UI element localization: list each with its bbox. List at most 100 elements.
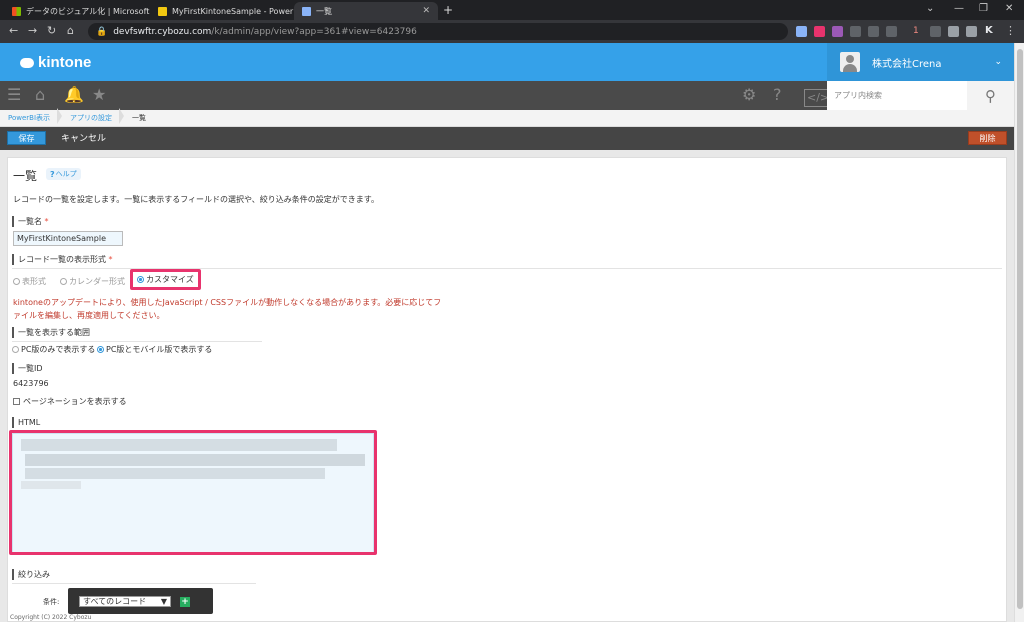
user-icon (840, 52, 860, 72)
breadcrumb-current: 一覧 (132, 114, 147, 122)
radio-selected-icon (97, 346, 104, 353)
star-icon[interactable]: ★ (92, 87, 106, 103)
required-mark: * (108, 255, 113, 264)
browser-tab[interactable]: データのビジュアル化 | Microsoft Po ✕ (4, 2, 150, 20)
action-bar: 保存 キャンセル 削除 (0, 127, 1014, 150)
chevron-down-icon[interactable]: ⌄ (926, 3, 934, 14)
kintone-toolbar: ☰ ⌂ 🔔 ★ ⚙ ? </> アプリ内検索 ⚲ (0, 81, 1014, 110)
home-icon[interactable]: ⌂ (67, 24, 74, 37)
minimize-icon[interactable]: — (954, 3, 964, 14)
section-label: 一覧名 * (12, 216, 49, 227)
option-label: カレンダー形式 (69, 277, 125, 286)
new-tab-icon[interactable]: + (443, 3, 453, 17)
warning-text: kintoneのアップデートにより、使用したJavaScript / CSSファ… (13, 298, 442, 320)
section-label: 絞り込み (12, 569, 50, 580)
help-label: ヘルプ (55, 170, 77, 178)
powerbi-icon (158, 6, 167, 16)
radio-icon (60, 278, 67, 285)
help-icon[interactable]: ? (773, 87, 782, 103)
format-option-calendar[interactable]: カレンダー形式 (60, 276, 125, 287)
forward-icon[interactable]: → (28, 24, 37, 37)
copyright: Copyright (C) 2022 Cybozu (10, 614, 92, 621)
back-icon[interactable]: ← (9, 24, 18, 37)
close-icon[interactable]: ✕ (422, 6, 430, 16)
option-label: カスタマイズ (146, 275, 194, 284)
help-icon: ? (50, 169, 55, 179)
checkbox-icon (13, 398, 20, 405)
format-option-table[interactable]: 表形式 (13, 276, 46, 287)
reload-icon[interactable]: ↻ (47, 24, 56, 37)
save-button[interactable]: 保存 (7, 131, 46, 145)
view-name-input[interactable]: MyFirstKintoneSample (13, 231, 123, 246)
extension-icon[interactable] (832, 26, 843, 37)
logo-text: kintone (38, 54, 92, 71)
extension-icon[interactable] (814, 26, 825, 37)
url-path: /k/admin/app/view?app=361#view=6423796 (211, 26, 417, 37)
option-label: ページネーションを表示する (23, 397, 127, 406)
option-label: 表形式 (22, 277, 46, 286)
breadcrumb-item[interactable]: アプリの設定 (62, 108, 125, 124)
vertical-scrollbar[interactable] (1014, 43, 1024, 622)
condition-label: 条件: (43, 598, 60, 606)
restore-icon[interactable]: ❐ (979, 3, 988, 14)
kintone-logo[interactable]: kintone (20, 54, 91, 71)
user-menu[interactable]: 株式会社Crena ⌄ (827, 43, 1014, 81)
scope-option-pc-mobile[interactable]: PC版とモバイル版で表示する (97, 344, 212, 355)
help-link[interactable]: ? ヘルプ (46, 168, 81, 180)
kintone-icon (302, 6, 311, 16)
extension-icon[interactable] (850, 26, 861, 37)
menu-icon[interactable]: ⋮ (1005, 24, 1016, 37)
section-label: 一覧を表示する範囲 (12, 327, 90, 338)
add-condition-button[interactable]: + (180, 597, 190, 607)
puzzle-icon[interactable] (948, 26, 959, 37)
bell-icon[interactable]: 🔔 (64, 87, 84, 103)
radio-icon (13, 278, 20, 285)
delete-button[interactable]: 削除 (968, 131, 1007, 145)
section-label: 一覧ID (12, 363, 43, 374)
condition-select[interactable]: すべてのレコード ▼ (79, 596, 171, 607)
scope-option-pc[interactable]: PC版のみで表示する (12, 344, 95, 355)
app-search-input[interactable]: アプリ内検索 (827, 81, 967, 110)
browser-tab-active[interactable]: 一覧 ✕ (294, 2, 438, 20)
browser-tab[interactable]: MyFirstKintoneSample - Power BI ✕ (150, 2, 294, 20)
divider (12, 583, 256, 584)
gear-icon[interactable]: ⚙ (742, 87, 756, 103)
browser-tab-strip: データのビジュアル化 | Microsoft Po ✕ MyFirstKinto… (0, 0, 1024, 20)
format-option-custom[interactable]: カスタマイズ (130, 269, 201, 290)
cloud-icon (20, 57, 34, 68)
extension-icon[interactable] (886, 26, 897, 37)
url-host: devfswftr.cybozu.com (113, 26, 212, 37)
extension-icon[interactable] (796, 26, 807, 37)
label-text: 一覧名 (18, 217, 42, 226)
radio-icon (12, 346, 19, 353)
address-bar[interactable]: 🔒 devfswftr.cybozu.com /k/admin/app/view… (88, 23, 788, 40)
required-mark: * (44, 217, 49, 226)
extension-icon[interactable] (868, 26, 879, 37)
sidebar-icon[interactable] (966, 26, 977, 37)
hamburger-icon[interactable]: ☰ (7, 87, 21, 103)
breadcrumb: PowerBI表示 アプリの設定 一覧 (0, 108, 1014, 127)
pagination-checkbox[interactable]: ページネーションを表示する (13, 396, 127, 407)
chevron-down-icon: ▼ (160, 597, 167, 606)
profile-avatar[interactable]: K (985, 25, 993, 36)
page-description: レコードの一覧を設定します。一覧に表示するフィールドの選択や、絞り込み条件の設定… (13, 195, 379, 204)
kintone-header: kintone 株式会社Crena ⌄ (0, 43, 1014, 81)
select-value: すべてのレコード (83, 597, 147, 606)
home-icon[interactable]: ⌂ (35, 87, 45, 103)
tab-title: 一覧 (316, 6, 332, 16)
cancel-button[interactable]: キャンセル (61, 131, 106, 144)
close-window-icon[interactable]: ✕ (1005, 3, 1013, 14)
company-name: 株式会社Crena (872, 58, 942, 70)
extension-icon[interactable] (930, 26, 941, 37)
scrollbar-thumb[interactable] (1017, 49, 1023, 609)
view-id: 6423796 (13, 379, 49, 388)
search-placeholder: アプリ内検索 (834, 91, 882, 100)
microsoft-icon (12, 6, 21, 16)
chevron-down-icon: ⌄ (994, 57, 1002, 67)
divider (12, 341, 262, 342)
option-label: PC版のみで表示する (21, 345, 96, 354)
option-label: PC版とモバイル版で表示する (106, 345, 213, 354)
highlight-box (9, 430, 377, 555)
breadcrumb-item[interactable]: PowerBI表示 (0, 108, 63, 124)
search-icon[interactable]: ⚲ (967, 81, 1014, 110)
